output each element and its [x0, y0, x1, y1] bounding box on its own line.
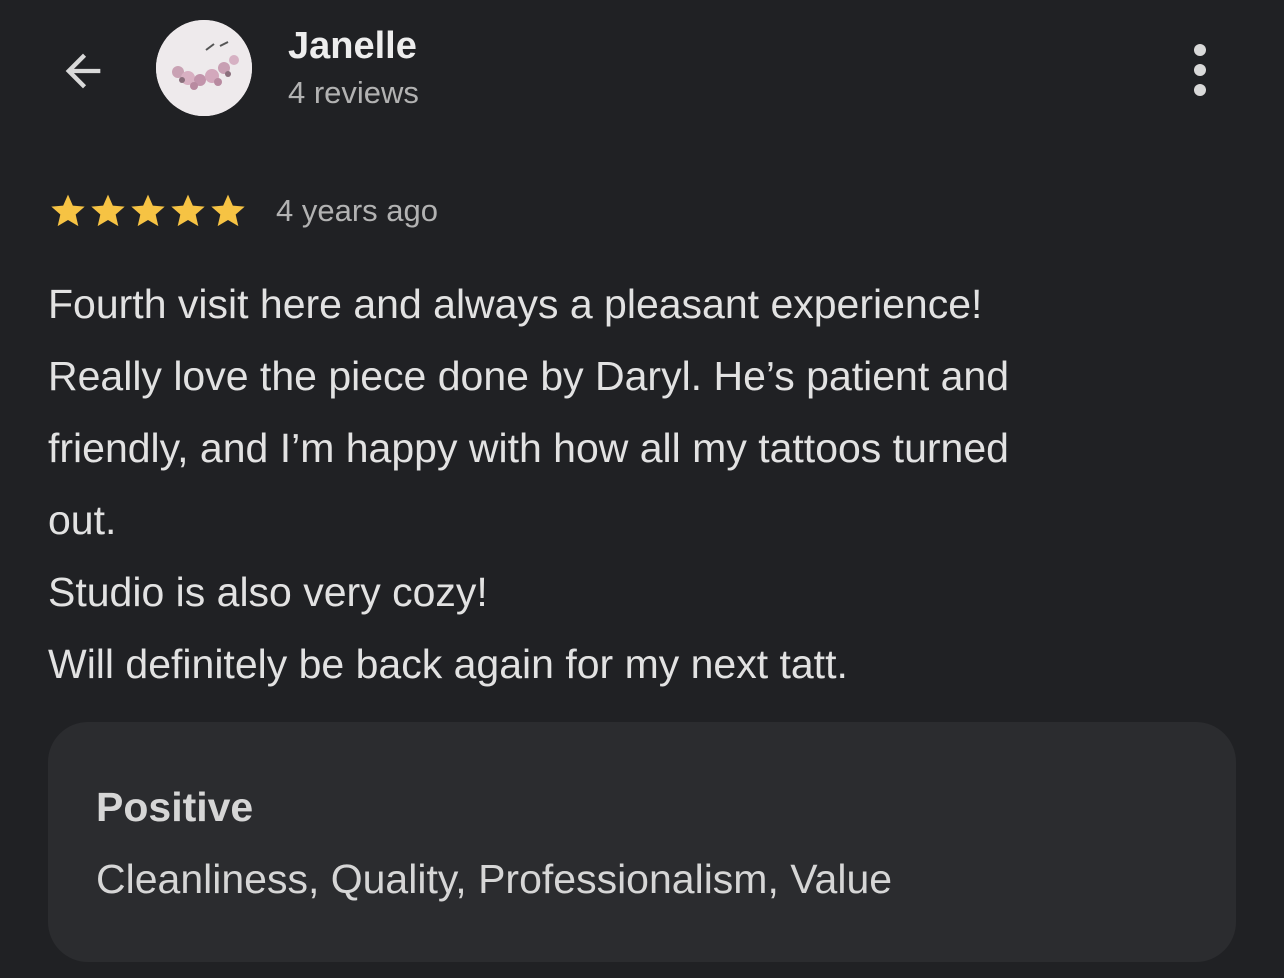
more-options-button[interactable] — [1176, 40, 1224, 100]
avatar[interactable] — [156, 20, 252, 116]
star-filled-icon — [171, 194, 205, 227]
back-button[interactable] — [52, 40, 114, 102]
review-text-line: friendly, and I’m happy with how all my … — [48, 425, 1009, 471]
attributes-heading: Positive — [96, 784, 254, 830]
review-text-line: out. — [48, 497, 117, 543]
star-rating — [48, 191, 248, 231]
review-text-line: Really love the piece done by Daryl. He’… — [48, 353, 1010, 399]
review-text: Fourth visit here and always a pleasant … — [48, 268, 1248, 700]
star-filled-icon — [211, 194, 245, 227]
rating-row: 4 years ago — [48, 186, 438, 236]
reviewer-name[interactable]: Janelle — [288, 24, 417, 68]
review-text-line: Studio is also very cozy! — [48, 569, 488, 615]
star-filled-icon — [131, 194, 165, 227]
attributes-card: Positive Cleanliness, Quality, Professio… — [48, 722, 1236, 962]
review-header: Janelle 4 reviews — [0, 0, 1284, 140]
avatar-image — [156, 20, 252, 116]
review-text-line: Fourth visit here and always a pleasant … — [48, 281, 983, 327]
review-date: 4 years ago — [276, 193, 438, 228]
attributes-values: Cleanliness, Quality, Professionalism, V… — [96, 856, 893, 902]
more-vert-icon — [1194, 44, 1206, 96]
review-text-line: Will definitely be back again for my nex… — [48, 641, 848, 687]
review-count: 4 reviews — [288, 75, 419, 110]
star-filled-icon — [91, 194, 125, 227]
star-filled-icon — [51, 194, 85, 227]
arrow-back-icon — [65, 53, 101, 89]
